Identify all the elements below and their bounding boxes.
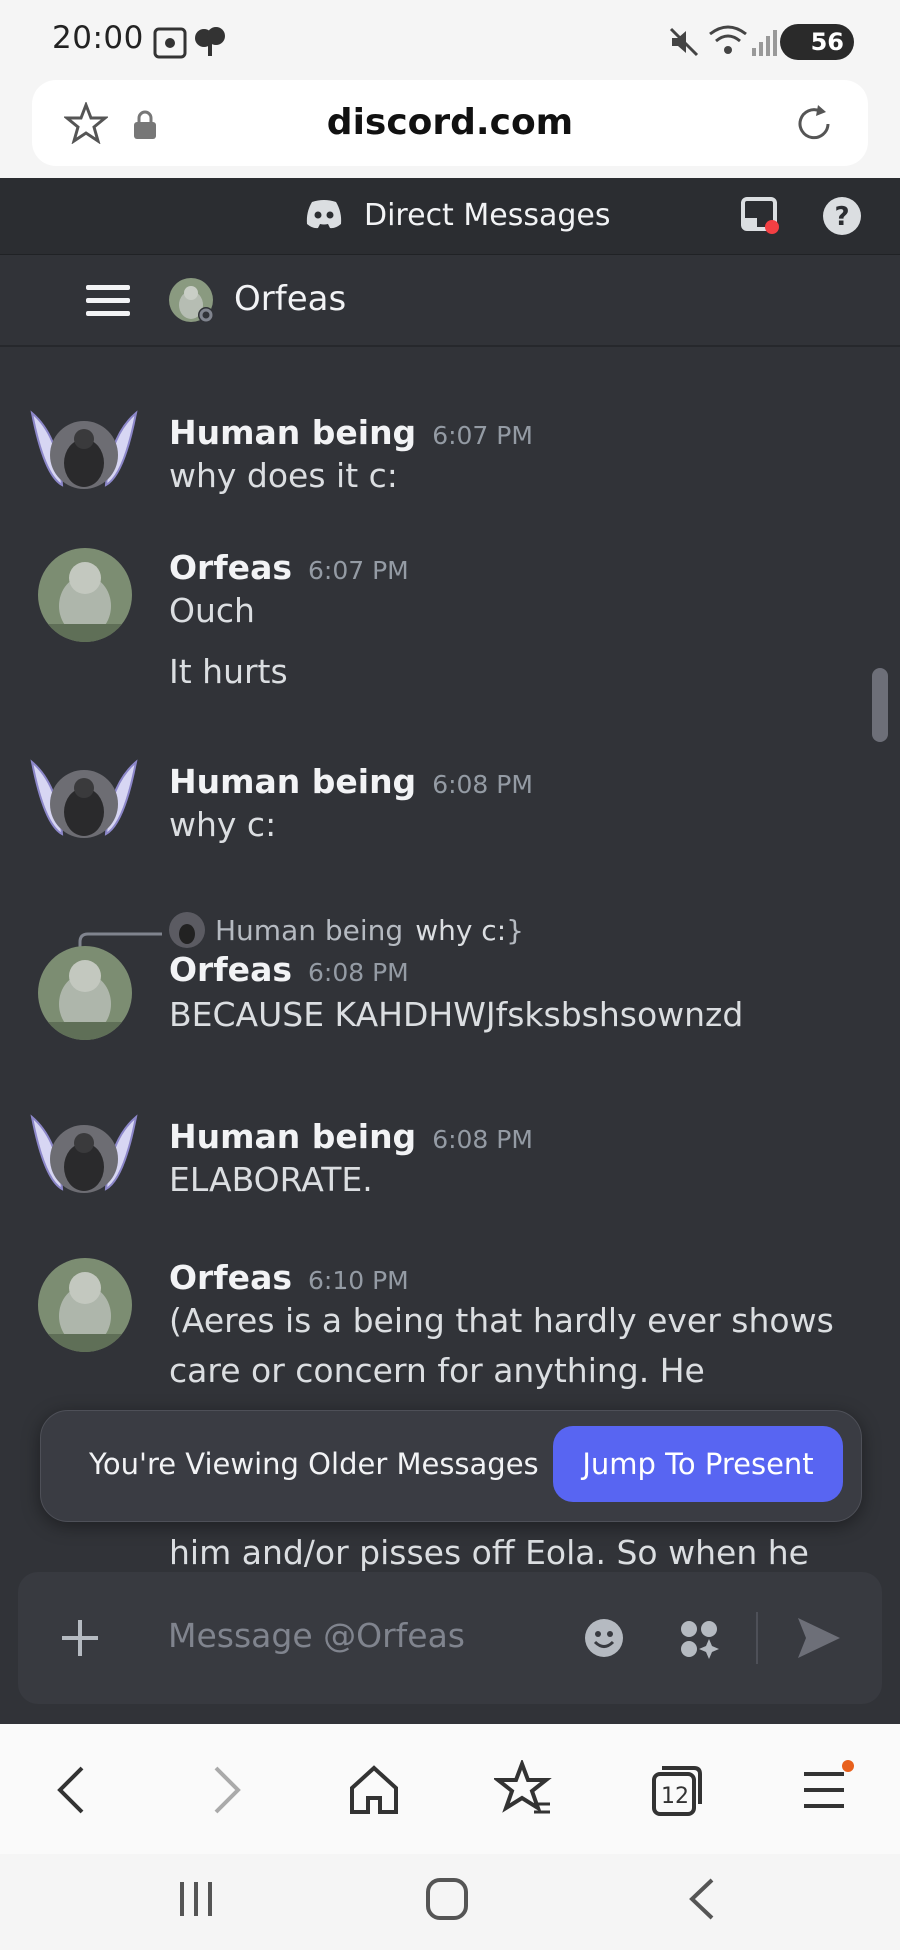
older-messages-label: You're Viewing Older Messages [89, 1447, 539, 1481]
discord-app: Direct Messages ? Orfeas Human being 6:07… [0, 178, 900, 1724]
author-name[interactable]: Human being [169, 1117, 416, 1156]
discord-logo-icon [306, 200, 342, 229]
message-composer: Message @Orfeas [18, 1572, 882, 1704]
gorilla-avatar[interactable] [38, 946, 132, 1040]
bookmarks-icon[interactable] [494, 1760, 554, 1820]
author-name[interactable]: Human being [169, 762, 416, 801]
system-navigation-bar [0, 1854, 900, 1950]
message-text: ELABORATE. [169, 1160, 373, 1199]
message-text: It hurts [169, 652, 288, 691]
help-icon[interactable]: ? [822, 196, 862, 236]
dm-header: Direct Messages ? [0, 178, 900, 255]
back-icon[interactable] [44, 1760, 104, 1820]
tab-count: 12 [661, 1784, 689, 1809]
clock: 20:00 [52, 20, 144, 56]
angel-avatar[interactable] [28, 399, 140, 511]
channel-avatar [169, 278, 214, 323]
message-text: (Aeres is a being that hardly ever shows [169, 1301, 834, 1340]
author-name[interactable]: Human being [169, 413, 416, 452]
emoji-icon[interactable] [584, 1618, 624, 1658]
mute-icon [669, 27, 699, 57]
system-back-icon[interactable] [680, 1876, 726, 1922]
message-text: BECAUSE KAHDHWJfsksbshsownzd [169, 995, 744, 1034]
timestamp: 6:08 PM [432, 1125, 533, 1154]
author-name[interactable]: Orfeas [169, 950, 292, 989]
message-text: care or concern for anything. He [169, 1351, 705, 1390]
scrollbar-thumb[interactable] [872, 668, 888, 742]
channel-name: Orfeas [234, 279, 347, 319]
svg-text:?: ? [834, 202, 849, 232]
wifi-icon [709, 25, 747, 54]
menu-icon[interactable] [86, 283, 130, 319]
status-bar: 20:00 56 [0, 0, 900, 78]
timestamp: 6:07 PM [307, 556, 409, 585]
apps-icon[interactable] [678, 1618, 720, 1660]
send-icon[interactable] [796, 1616, 842, 1660]
reply-avatar [169, 912, 205, 948]
gorilla-avatar[interactable] [38, 548, 132, 642]
section-title: Direct Messages [364, 198, 611, 233]
message-text: why c: [169, 805, 277, 844]
reply-text: why c: [415, 913, 507, 947]
screenshot-icon [153, 27, 187, 59]
timestamp: 6:08 PM [307, 958, 409, 987]
message-text: Ouch [169, 591, 255, 630]
reply-preview[interactable]: Human being why c: } [169, 912, 524, 948]
signal-icon [752, 30, 777, 56]
reload-icon[interactable] [792, 102, 836, 146]
inbox-icon[interactable] [740, 196, 780, 236]
timestamp: 6:08 PM [432, 770, 533, 799]
battery-indicator: 56 [780, 24, 854, 60]
angel-avatar[interactable] [28, 1103, 140, 1215]
home-button-icon[interactable] [424, 1876, 470, 1922]
forward-icon[interactable] [194, 1760, 254, 1820]
channel-header: Orfeas [0, 255, 900, 347]
add-attachment-icon[interactable] [60, 1618, 100, 1658]
older-messages-banner: You're Viewing Older Messages Jump To Pr… [40, 1410, 862, 1522]
address-bar[interactable]: discord.com [32, 80, 868, 166]
gorilla-avatar[interactable] [38, 1258, 132, 1352]
url-domain[interactable]: discord.com [32, 102, 868, 143]
home-icon[interactable] [344, 1760, 404, 1820]
timestamp: 6:10 PM [307, 1266, 409, 1295]
message-input[interactable]: Message @Orfeas [168, 1616, 465, 1655]
message-text: him and/or pisses off Eola. So when he [169, 1533, 809, 1572]
angel-avatar[interactable] [28, 748, 140, 860]
message-text: why does it c: [169, 456, 398, 495]
tree-icon [195, 27, 225, 56]
timestamp: 6:07 PM [432, 421, 533, 450]
browser-toolbar: 12 [0, 1724, 900, 1854]
jump-to-present-button[interactable]: Jump To Present [553, 1426, 843, 1502]
composer-divider [756, 1612, 758, 1664]
reply-author: Human being [215, 913, 404, 947]
author-name[interactable]: Orfeas [169, 1258, 292, 1297]
tabs-button[interactable]: 12 [646, 1760, 706, 1820]
recent-apps-icon[interactable] [174, 1876, 220, 1922]
menu-icon[interactable] [796, 1760, 856, 1820]
author-name[interactable]: Orfeas [169, 548, 292, 587]
